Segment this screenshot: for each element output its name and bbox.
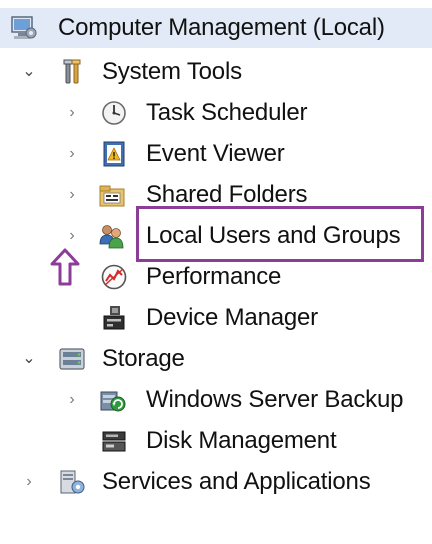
chevron-down-icon[interactable]: ⌄ — [20, 350, 38, 368]
tree-node-event-viewer[interactable]: › Event Viewer — [0, 134, 432, 174]
tree-node-label: Windows Server Backup — [146, 386, 404, 413]
highlight-box — [136, 206, 424, 262]
tree-node-label: Performance — [146, 263, 282, 290]
computer-management-icon — [11, 16, 37, 39]
performance-icon — [101, 264, 127, 290]
backup-icon — [100, 391, 126, 412]
chevron-right-icon[interactable]: › — [63, 227, 81, 245]
event-viewer-icon — [103, 141, 125, 167]
tree-node-storage[interactable]: ⌄ Storage — [0, 339, 432, 379]
tree-node-label: System Tools — [102, 58, 242, 85]
tree-node-label: Device Manager — [146, 304, 318, 331]
tools-icon — [63, 59, 81, 84]
tree-node-device-manager[interactable]: Device Manager — [0, 298, 432, 338]
tree-node-disk-management[interactable]: Disk Management — [0, 421, 432, 461]
chevron-right-icon[interactable]: › — [63, 391, 81, 409]
clock-icon — [102, 101, 126, 125]
tree-node-computer-management[interactable]: Computer Management (Local) — [0, 8, 432, 48]
services-icon — [60, 470, 85, 494]
tree-node-services-and-applications[interactable]: › Services and Applications — [0, 462, 432, 502]
tree-node-label: Computer Management (Local) — [58, 14, 385, 41]
device-manager-icon — [103, 306, 125, 330]
chevron-down-icon[interactable]: ⌄ — [20, 63, 38, 81]
tree-node-label: Services and Applications — [102, 468, 371, 495]
tree-node-label: Storage — [102, 345, 185, 372]
chevron-right-icon[interactable]: › — [63, 104, 81, 122]
tree-node-system-tools[interactable]: ⌄ System Tools — [0, 52, 432, 92]
chevron-right-icon[interactable]: › — [63, 145, 81, 163]
storage-icon — [59, 348, 85, 370]
tree-node-label: Event Viewer — [146, 140, 285, 167]
tree-node-label: Disk Management — [146, 427, 337, 454]
tree-node-label: Task Scheduler — [146, 99, 308, 126]
arrow-up-icon — [50, 248, 80, 286]
disk-icon — [102, 431, 126, 452]
chevron-right-icon[interactable]: › — [20, 473, 38, 491]
chevron-right-icon[interactable]: › — [63, 186, 81, 204]
users-icon — [99, 225, 124, 249]
tree-node-task-scheduler[interactable]: › Task Scheduler — [0, 93, 432, 133]
tree-node-windows-server-backup[interactable]: › Windows Server Backup — [0, 380, 432, 420]
shared-folder-icon — [99, 185, 125, 207]
